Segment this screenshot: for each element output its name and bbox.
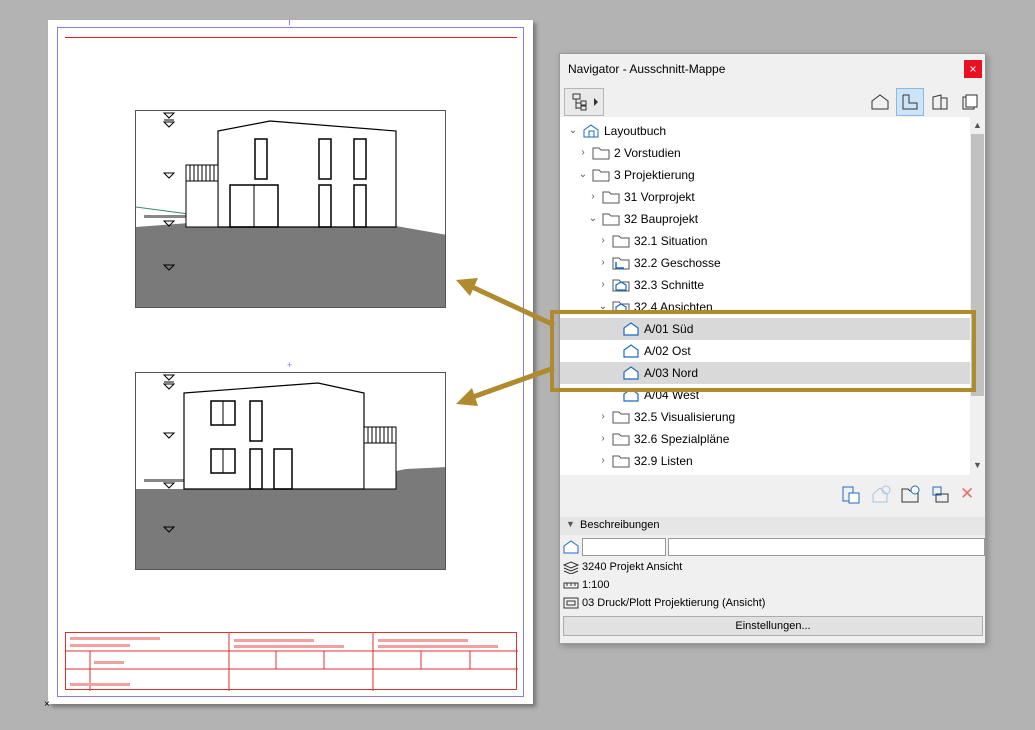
layer-combination-label: 3240 Projekt Ansicht <box>582 561 683 573</box>
layers-icon <box>563 561 579 574</box>
tree-label: 3 Projektierung <box>614 168 695 182</box>
folder-icon <box>612 235 630 248</box>
window-title: Navigator - Ausschnitt-Mappe <box>568 62 726 76</box>
chevron-down-icon[interactable]: ⌄ <box>568 126 578 136</box>
elevation-drawing <box>136 112 445 307</box>
description-header-label: Beschreibungen <box>580 519 660 531</box>
section-folder-icon <box>612 279 630 292</box>
new-view-icon <box>872 485 891 503</box>
title-block-drawing <box>66 633 518 691</box>
layout-book-icon <box>932 94 948 110</box>
chevron-right-icon[interactable]: › <box>598 280 608 290</box>
view-name-field[interactable] <box>668 538 985 556</box>
folder-icon <box>612 433 630 446</box>
scroll-down-icon[interactable]: ▼ <box>973 460 982 470</box>
delete-icon[interactable]: ✕ <box>960 484 974 504</box>
pen-set-label: 03 Druck/Plott Projektierung (Ansicht) <box>582 597 766 609</box>
annotation-arrows <box>456 278 556 406</box>
sheet-marker <box>289 20 290 25</box>
tree-row-projektierung[interactable]: ⌄ 3 Projektierung <box>560 164 970 186</box>
scroll-up-icon[interactable]: ▲ <box>973 120 982 130</box>
floorplan-folder-icon <box>612 257 630 270</box>
view-map-icon <box>902 94 918 110</box>
drawing-view-sued[interactable] <box>135 110 446 308</box>
chevron-right-icon[interactable]: › <box>598 412 608 422</box>
clone-folder-icon[interactable] <box>840 484 862 506</box>
tree-row-visualisierung[interactable]: › 32.5 Visualisierung <box>560 406 970 428</box>
navigator-tree[interactable]: ⌄ Layoutbuch › 2 Vorstudien ⌄ 3 Projekti… <box>560 117 970 475</box>
drawing-view-nord[interactable] <box>135 372 446 570</box>
elevation-drawing <box>136 374 445 569</box>
sheet-center-mark: + <box>287 360 293 370</box>
navigator-tree-icon <box>572 93 598 111</box>
folder-icon <box>602 213 620 226</box>
chevron-down-icon[interactable]: ⌄ <box>578 170 588 180</box>
settings-button[interactable]: Einstellungen... <box>563 616 983 636</box>
tree-label: Layoutbuch <box>604 124 667 138</box>
chevron-right-icon[interactable]: › <box>598 434 608 444</box>
tree-label: 32.9 Listen <box>634 454 693 468</box>
chevron-right-icon[interactable]: › <box>598 258 608 268</box>
tree-label: 32.1 Situation <box>634 234 708 248</box>
project-map-button[interactable] <box>866 88 894 116</box>
tree-row-situation[interactable]: › 32.1 Situation <box>560 230 970 252</box>
tree-label: 2 Vorstudien <box>614 146 681 160</box>
tree-row-vorstudien[interactable]: › 2 Vorstudien <box>560 142 970 164</box>
publisher-sets-button[interactable] <box>956 88 984 116</box>
settings-view-icon[interactable] <box>930 484 952 506</box>
folder-icon <box>592 147 610 160</box>
tree-label: 31 Vorprojekt <box>624 190 695 204</box>
folder-icon <box>602 191 620 204</box>
tree-label: 32.6 Spezialpläne <box>634 432 730 446</box>
pen-set-icon <box>563 597 579 609</box>
close-button[interactable]: × <box>964 60 982 78</box>
folder-icon <box>612 411 630 424</box>
chevron-down-icon[interactable]: ⌄ <box>588 214 598 224</box>
view-id-field[interactable] <box>582 538 666 556</box>
folder-icon <box>592 169 610 182</box>
scale-label: 1:100 <box>582 579 610 591</box>
tree-row-geschosse[interactable]: › 32.2 Geschosse <box>560 252 970 274</box>
view-map-button[interactable] <box>896 88 924 116</box>
house-icon <box>871 94 889 110</box>
tree-row-layoutbuch[interactable]: ⌄ Layoutbuch <box>560 120 970 142</box>
tree-row-vorprojekt[interactable]: › 31 Vorprojekt <box>560 186 970 208</box>
chevron-right-icon[interactable]: › <box>598 456 608 466</box>
layoutbook-icon <box>583 124 599 138</box>
elevation-icon <box>563 540 579 554</box>
chevron-right-icon[interactable]: › <box>578 148 588 158</box>
tree-row-schnitte[interactable]: › 32.3 Schnitte <box>560 274 970 296</box>
tree-row-spezialplaene[interactable]: › 32.6 Spezialpläne <box>560 428 970 450</box>
highlight-frame <box>550 310 976 392</box>
tree-label: 32.3 Schnitte <box>634 278 705 292</box>
sheet-header-line <box>65 37 517 38</box>
chevron-right-icon[interactable]: › <box>598 236 608 246</box>
chevron-right-icon[interactable]: › <box>588 192 598 202</box>
sheet-origin-mark: × <box>44 699 50 710</box>
title-block <box>65 632 518 691</box>
tree-label: 32.2 Geschosse <box>634 256 721 270</box>
tree-row-bauprojekt[interactable]: ⌄ 32 Bauprojekt <box>560 208 970 230</box>
chevron-down-icon[interactable]: ▼ <box>566 519 575 529</box>
layout-book-button[interactable] <box>926 88 954 116</box>
tree-row-listen[interactable]: › 32.9 Listen <box>560 450 970 472</box>
tree-label: 32.5 Visualisierung <box>634 410 736 424</box>
scale-icon <box>563 582 579 589</box>
map-selector-button[interactable] <box>564 88 604 116</box>
new-folder-icon[interactable] <box>900 484 922 506</box>
tree-label: 32 Bauprojekt <box>624 212 699 226</box>
publisher-sets-icon <box>962 94 978 110</box>
description-header[interactable]: ▼ Beschreibungen <box>560 517 985 535</box>
folder-icon <box>612 455 630 468</box>
